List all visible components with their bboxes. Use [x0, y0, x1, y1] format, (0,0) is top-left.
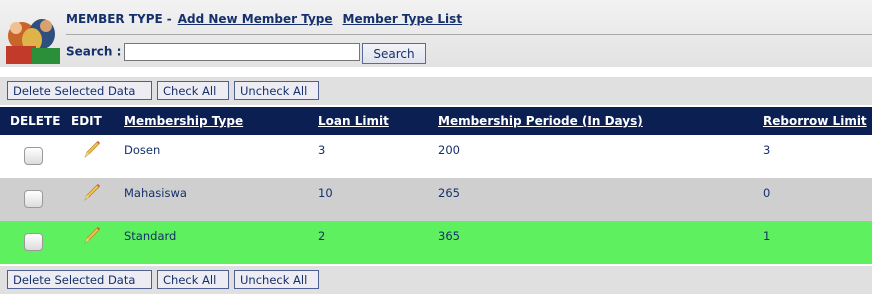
check-all-button[interactable]: Check All [157, 270, 229, 289]
title-divider [66, 34, 872, 35]
delete-checkbox[interactable] [24, 233, 43, 251]
search-button[interactable]: Search [362, 43, 426, 64]
membership-type-cell: Dosen [124, 143, 161, 157]
loan-limit-cell: 10 [318, 186, 333, 200]
add-member-type-link[interactable]: Add New Member Type [178, 12, 333, 26]
column-membership-type[interactable]: Membership Type [124, 114, 243, 128]
member-type-list-link[interactable]: Member Type List [343, 12, 463, 26]
members-logo-icon [6, 19, 60, 64]
pencil-icon[interactable] [82, 139, 102, 159]
loan-limit-cell: 3 [318, 143, 326, 157]
column-membership-period[interactable]: Membership Periode (In Days) [438, 114, 643, 128]
delete-selected-button[interactable]: Delete Selected Data [7, 81, 152, 100]
search-label: Search : [66, 44, 122, 59]
reborrow-limit-cell: 3 [763, 143, 771, 157]
search-input[interactable] [124, 43, 360, 61]
table-row: Mahasiswa 10 265 0 [0, 178, 872, 221]
check-all-button[interactable]: Check All [157, 81, 229, 100]
membership-type-cell: Standard [124, 229, 177, 243]
membership-type-cell: Mahasiswa [124, 186, 187, 200]
title-row: MEMBER TYPE - Add New Member Type Member Ty… [66, 12, 462, 26]
period-cell: 365 [438, 229, 460, 243]
title-separator: - [166, 12, 172, 26]
uncheck-all-button[interactable]: Uncheck All [234, 81, 319, 100]
delete-checkbox[interactable] [24, 147, 43, 165]
top-action-bar: Delete Selected Data Check All Uncheck A… [0, 77, 872, 105]
page-header: MEMBER TYPE - Add New Member Type Member Ty… [0, 0, 872, 67]
table-row: Dosen 3 200 3 [0, 135, 872, 178]
reborrow-limit-cell: 1 [763, 229, 771, 243]
loan-limit-cell: 2 [318, 229, 326, 243]
column-edit: EDIT [71, 114, 102, 128]
uncheck-all-button[interactable]: Uncheck All [234, 270, 319, 289]
pencil-icon[interactable] [82, 182, 102, 202]
period-cell: 200 [438, 143, 460, 157]
reborrow-limit-cell: 0 [763, 186, 771, 200]
period-cell: 265 [438, 186, 460, 200]
table-header: DELETE EDIT Membership Type Loan Limit M… [0, 107, 872, 135]
table-row: Standard 2 365 1 [0, 221, 872, 264]
column-delete: DELETE [10, 114, 61, 128]
search-row: Search : Search [66, 43, 426, 64]
column-reborrow-limit[interactable]: Reborrow Limit [763, 114, 867, 128]
delete-checkbox[interactable] [24, 190, 43, 208]
page-title: MEMBER TYPE [66, 12, 163, 26]
delete-selected-button[interactable]: Delete Selected Data [7, 270, 152, 289]
pencil-icon[interactable] [82, 225, 102, 245]
column-loan-limit[interactable]: Loan Limit [318, 114, 389, 128]
bottom-action-bar: Delete Selected Data Check All Uncheck A… [0, 266, 872, 294]
